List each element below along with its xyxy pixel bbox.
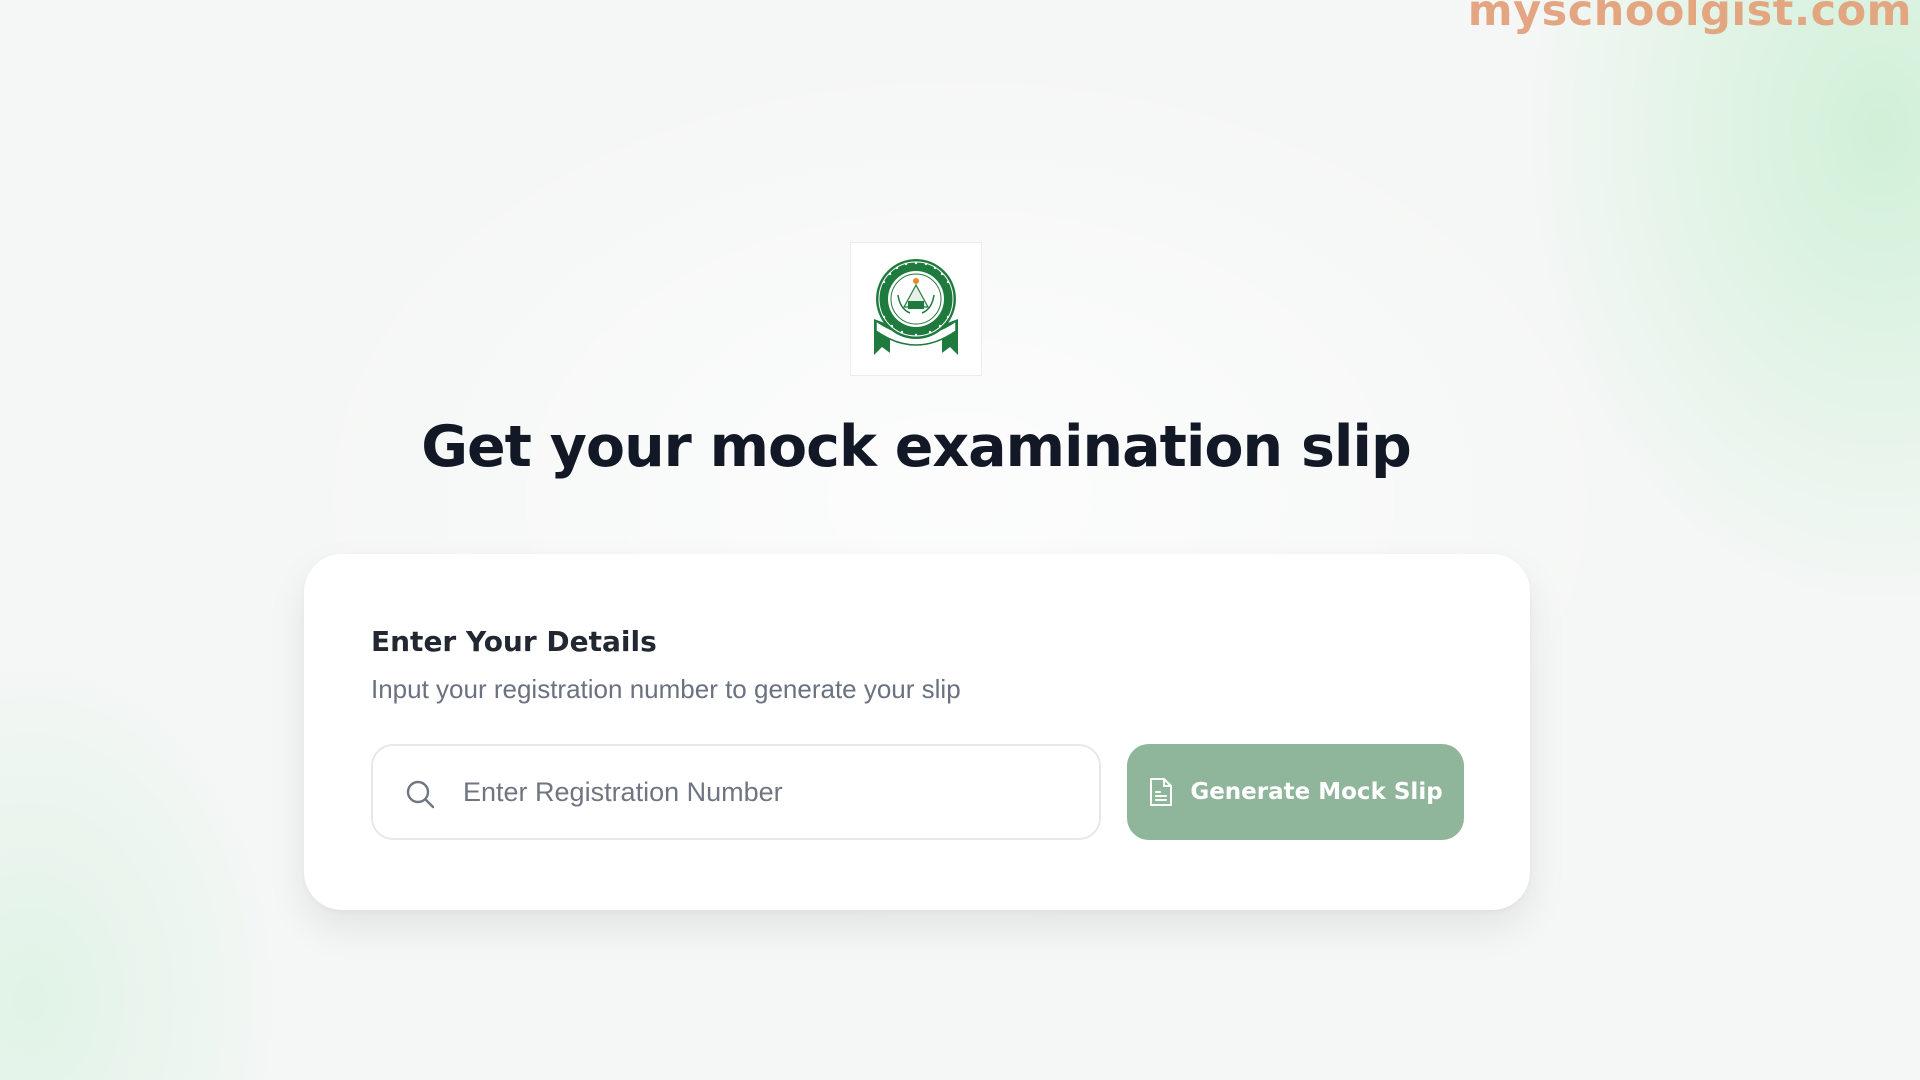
jamb-seal-logo-icon bbox=[874, 259, 958, 355]
card-description: Input your registration number to genera… bbox=[371, 674, 961, 704]
registration-number-input[interactable] bbox=[463, 746, 1083, 838]
registration-input-container[interactable] bbox=[371, 744, 1101, 840]
page-title: Get your mock examination slip bbox=[421, 414, 1412, 480]
details-card: Enter Your Details Input your registrati… bbox=[304, 554, 1530, 910]
logo-container bbox=[850, 242, 982, 376]
page-background bbox=[0, 0, 1920, 1080]
generate-button-label: Generate Mock Slip bbox=[1190, 779, 1443, 805]
card-heading: Enter Your Details bbox=[371, 625, 657, 658]
document-icon bbox=[1150, 778, 1173, 806]
generate-mock-slip-button[interactable]: Generate Mock Slip bbox=[1127, 744, 1464, 840]
watermark-text: myschoolgist.com bbox=[1467, 0, 1912, 36]
search-icon bbox=[406, 780, 435, 809]
